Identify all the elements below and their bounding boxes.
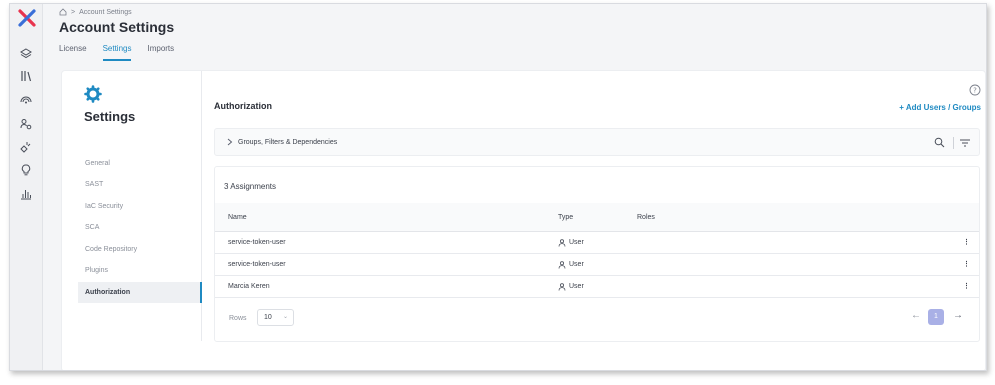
column-header-roles[interactable]: Roles	[637, 203, 655, 232]
table-row[interactable]: service-token-user User ⋮	[215, 254, 979, 276]
assignments-table: 3 Assignments Name Type Roles service-to…	[214, 166, 980, 342]
nav-item-sast[interactable]: SAST	[78, 174, 202, 195]
home-icon[interactable]	[59, 8, 67, 16]
svg-text:?: ?	[973, 86, 977, 94]
breadcrumb-current[interactable]: Account Settings	[79, 9, 132, 16]
user-icon	[558, 239, 566, 247]
tab-bar: License Settings Imports	[59, 44, 174, 61]
table-header: Name Type Roles	[215, 203, 979, 232]
assignments-count: 3 Assignments	[224, 182, 277, 191]
cell-type: User	[558, 254, 584, 276]
current-page-button[interactable]: 1	[928, 309, 944, 325]
icon-rail	[10, 4, 43, 370]
tab-license[interactable]: License	[59, 44, 87, 61]
user-icon	[558, 283, 566, 291]
filter-icon[interactable]	[959, 137, 971, 149]
nav-item-general[interactable]: General	[78, 153, 202, 174]
add-users-groups-button[interactable]: + Add Users / Groups	[899, 103, 981, 112]
divider	[953, 137, 954, 149]
table-row[interactable]: service-token-user User ⋮	[215, 232, 979, 254]
table-row[interactable]: Marcia Keren User ⋮	[215, 276, 979, 298]
section-title: Authorization	[214, 101, 272, 111]
bar-chart-icon[interactable]	[18, 186, 34, 202]
users-gear-icon[interactable]	[18, 116, 34, 132]
breadcrumb-separator: >	[71, 8, 76, 16]
chevron-down-icon: ⌄	[282, 314, 288, 320]
cell-type-label: User	[569, 239, 584, 246]
settings-title: Settings	[84, 109, 136, 124]
search-icon[interactable]	[934, 137, 945, 148]
cell-type-label: User	[569, 261, 584, 268]
rows-per-page-label: Rows	[229, 315, 247, 322]
library-icon[interactable]	[18, 68, 34, 84]
chevron-right-icon[interactable]	[227, 138, 233, 146]
cell-name: Marcia Keren	[228, 283, 270, 290]
next-page-button[interactable]: →	[953, 310, 963, 321]
rows-per-page-select[interactable]: 10 ⌄	[257, 309, 294, 326]
nav-item-code-repository[interactable]: Code Repository	[78, 239, 202, 260]
rows-per-page-value: 10	[264, 314, 272, 321]
column-header-type[interactable]: Type	[558, 203, 573, 232]
cell-name: service-token-user	[228, 261, 286, 268]
page-header: > Account Settings Account Settings Lice…	[43, 4, 986, 66]
row-menu-icon[interactable]: ⋮	[963, 276, 970, 298]
cell-type: User	[558, 276, 584, 298]
cell-name: service-token-user	[228, 239, 286, 246]
filter-label[interactable]: Groups, Filters & Dependencies	[238, 139, 337, 146]
gear-icon	[84, 85, 102, 103]
plug-icon[interactable]	[18, 139, 34, 155]
user-icon	[558, 261, 566, 269]
row-menu-icon[interactable]: ⋮	[963, 232, 970, 254]
nav-item-plugins[interactable]: Plugins	[78, 260, 202, 281]
nav-item-sca[interactable]: SCA	[78, 217, 202, 238]
cell-type: User	[558, 232, 584, 254]
checkmarx-logo[interactable]	[17, 8, 37, 28]
lightbulb-icon[interactable]	[18, 162, 34, 178]
column-header-name[interactable]: Name	[228, 203, 247, 232]
cell-type-label: User	[569, 283, 584, 290]
nav-item-authorization[interactable]: Authorization	[78, 282, 202, 303]
previous-page-button[interactable]: ←	[911, 310, 921, 321]
app-window: > Account Settings Account Settings Lice…	[9, 3, 987, 371]
settings-nav: Settings General SAST IaC Security SCA C…	[78, 71, 202, 341]
tab-imports[interactable]: Imports	[147, 44, 174, 61]
signal-icon[interactable]	[18, 92, 34, 108]
tab-settings[interactable]: Settings	[102, 44, 132, 61]
row-menu-icon[interactable]: ⋮	[963, 254, 970, 276]
settings-card: Settings General SAST IaC Security SCA C…	[61, 70, 986, 370]
layers-icon[interactable]	[18, 46, 34, 62]
nav-item-iac-security[interactable]: IaC Security	[78, 196, 202, 217]
filter-bar[interactable]: Groups, Filters & Dependencies	[214, 128, 980, 156]
page-title: Account Settings	[59, 19, 175, 35]
help-icon[interactable]: ?	[969, 84, 981, 96]
breadcrumb: > Account Settings	[59, 8, 132, 16]
